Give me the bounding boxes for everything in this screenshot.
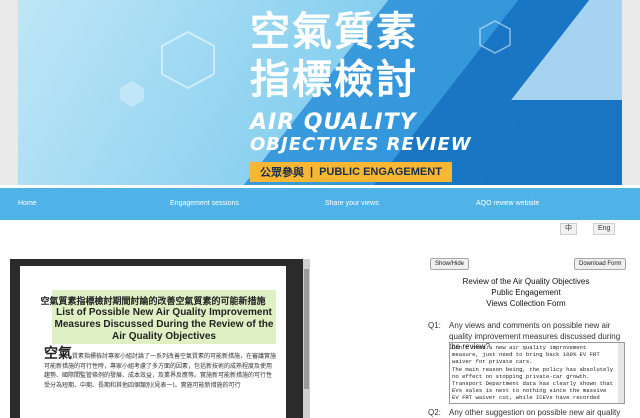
- form-title-line1: Review of the Air Quality Objectives: [462, 277, 590, 286]
- language-chinese-button[interactable]: 中: [560, 223, 577, 235]
- document-body-text: 質素指標檢討專家小組討論了一系列改善空氣質素的可能新措施，在審議實施可能新措施的…: [44, 353, 277, 389]
- question-2-text: Any other suggestion on possible new air…: [449, 408, 621, 417]
- download-form-button[interactable]: Download Form: [574, 258, 627, 270]
- main-navigation: Home Engagement sessions Share your view…: [0, 188, 640, 220]
- nav-share-your-views[interactable]: Share your views: [325, 188, 379, 220]
- banner: 空氣質素 指標檢討 AIR QUALITY OBJECTIVES REVIEW …: [18, 0, 622, 185]
- hexagon-small-decoration-icon: [120, 81, 144, 107]
- nav-home[interactable]: Home: [18, 188, 37, 220]
- form-title-line2: Public Engagement: [491, 288, 561, 297]
- tag-separator: |: [310, 166, 314, 178]
- document-page: 空氣質素指標檢討期間討論的改善空氣質素的可能新措施 List of Possib…: [20, 266, 286, 418]
- document-body-first-chars: 空氣: [44, 346, 72, 362]
- hexagon-right-decoration-icon: [479, 20, 511, 54]
- hexagon-decoration-icon: [161, 30, 215, 90]
- tag-cn: 公眾參與: [260, 167, 304, 179]
- form-title-line3: Views Collection Form: [486, 299, 566, 308]
- nav-aqo-review-website[interactable]: AQO review website: [476, 188, 539, 220]
- document-title-cn: 空氣質素指標檢討期間討論的改善空氣質素的可能新措施: [40, 297, 266, 307]
- question-1-number: Q1:: [428, 321, 441, 330]
- show-hide-button[interactable]: Show/Hide: [430, 258, 470, 270]
- question-1-answer-text: Don't need a new air quality improvement…: [452, 344, 614, 403]
- banner-title-en-line2: OBJECTIVES REVIEW: [250, 134, 472, 155]
- question-1-answer-textarea[interactable]: Don't need a new air quality improvement…: [449, 342, 625, 404]
- document-title-en: List of Possible New Air Quality Improve…: [54, 307, 274, 342]
- banner-title-en-line1: AIR QUALITY: [250, 110, 417, 135]
- question-2-number: Q2:: [428, 408, 441, 417]
- banner-title-cn-line2: 指標檢討: [250, 57, 418, 103]
- answer-scrollbar[interactable]: [618, 343, 624, 403]
- tag-en: PUBLIC ENGAGEMENT: [319, 166, 442, 178]
- banner-title-cn-line1: 空氣質素: [250, 9, 418, 55]
- document-body: 空氣質素指標檢討專家小組討論了一系列改善空氣質素的可能新措施，在審議實施可能新措…: [44, 347, 277, 390]
- viewer-scrollbar-thumb[interactable]: [304, 269, 309, 389]
- form-title: Review of the Air Quality Objectives Pub…: [436, 276, 616, 309]
- language-english-button[interactable]: Eng: [593, 223, 616, 235]
- public-engagement-tag: 公眾參與 | PUBLIC ENGAGEMENT: [250, 162, 452, 182]
- banner-area: 空氣質素 指標檢討 AIR QUALITY OBJECTIVES REVIEW …: [0, 0, 640, 185]
- nav-engagement-sessions[interactable]: Engagement sessions: [170, 188, 239, 220]
